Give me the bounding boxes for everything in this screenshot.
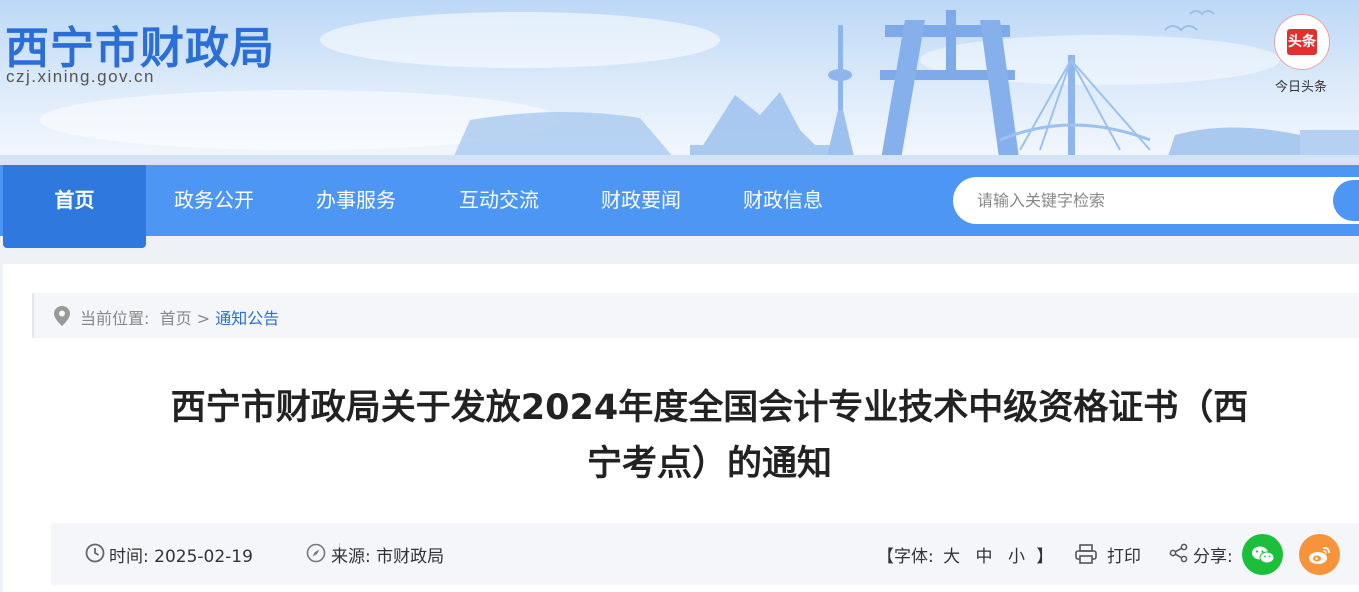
search-button[interactable] bbox=[1333, 180, 1359, 221]
breadcrumb-prefix: 当前位置: bbox=[80, 309, 150, 328]
font-size-close: 】 bbox=[1036, 547, 1054, 567]
header-banner: 西宁市财政局 czj.xining.gov.cn 头条 今日头条 bbox=[0, 0, 1359, 165]
site-domain: czj.xining.gov.cn bbox=[6, 67, 155, 86]
nav-item-finance-info[interactable]: 财政信息 bbox=[743, 165, 823, 236]
nav-item-finance-news[interactable]: 财政要闻 bbox=[601, 165, 681, 236]
nav-item-services[interactable]: 办事服务 bbox=[316, 165, 396, 236]
printer-icon[interactable] bbox=[1075, 544, 1097, 564]
breadcrumb: 当前位置: 首页 > 通知公告 bbox=[32, 293, 1359, 338]
toutiao-label: 今日头条 bbox=[1274, 80, 1327, 95]
breadcrumb-home[interactable]: 首页 bbox=[160, 309, 192, 328]
source-value: 市财政局 bbox=[376, 547, 445, 567]
font-small-button[interactable]: 小 bbox=[1008, 547, 1025, 567]
article-meta-bar: 时间: 2025-02-19 来源: 市财政局 【字体: 大 中 小 】 打印 … bbox=[51, 523, 1359, 585]
toutiao-link[interactable]: 头条 今日头条 bbox=[1274, 14, 1332, 95]
source-label: 来源: bbox=[331, 547, 371, 567]
nav-item-government-affairs[interactable]: 政务公开 bbox=[174, 165, 254, 236]
search-box bbox=[953, 177, 1359, 224]
nav-item-interaction[interactable]: 互动交流 bbox=[459, 165, 539, 236]
clock-icon bbox=[85, 543, 105, 563]
weibo-icon bbox=[1308, 546, 1330, 564]
breadcrumb-separator: > bbox=[196, 309, 211, 328]
time-value: 2025-02-19 bbox=[154, 547, 253, 567]
nav-item-home[interactable]: 首页 bbox=[3, 165, 146, 248]
toutiao-icon[interactable]: 头条 bbox=[1274, 14, 1330, 70]
share-icon bbox=[1169, 543, 1188, 563]
font-medium-button[interactable]: 中 bbox=[976, 547, 993, 567]
font-size-label: 【字体: bbox=[877, 547, 934, 567]
compass-icon bbox=[306, 543, 326, 563]
wechat-share-button[interactable] bbox=[1242, 534, 1283, 575]
share-label: 分享: bbox=[1193, 547, 1233, 567]
location-pin-icon bbox=[54, 306, 70, 326]
search-input[interactable] bbox=[953, 177, 1313, 224]
print-button[interactable]: 打印 bbox=[1107, 542, 1141, 567]
wechat-icon bbox=[1251, 546, 1274, 563]
article-title-line1: 西宁市财政局关于发放2024年度全国会计专业技术中级资格证书（西 bbox=[170, 388, 1249, 428]
font-large-button[interactable]: 大 bbox=[943, 547, 960, 567]
time-label: 时间: bbox=[109, 547, 149, 567]
weibo-share-button[interactable] bbox=[1299, 534, 1340, 575]
article-title-line2: 宁考点）的通知 bbox=[586, 444, 832, 484]
article-title: 西宁市财政局关于发放2024年度全国会计专业技术中级资格证书（西 宁考点）的通知 bbox=[60, 380, 1359, 492]
breadcrumb-current[interactable]: 通知公告 bbox=[215, 309, 279, 328]
toutiao-badge-text: 头条 bbox=[1287, 29, 1317, 55]
